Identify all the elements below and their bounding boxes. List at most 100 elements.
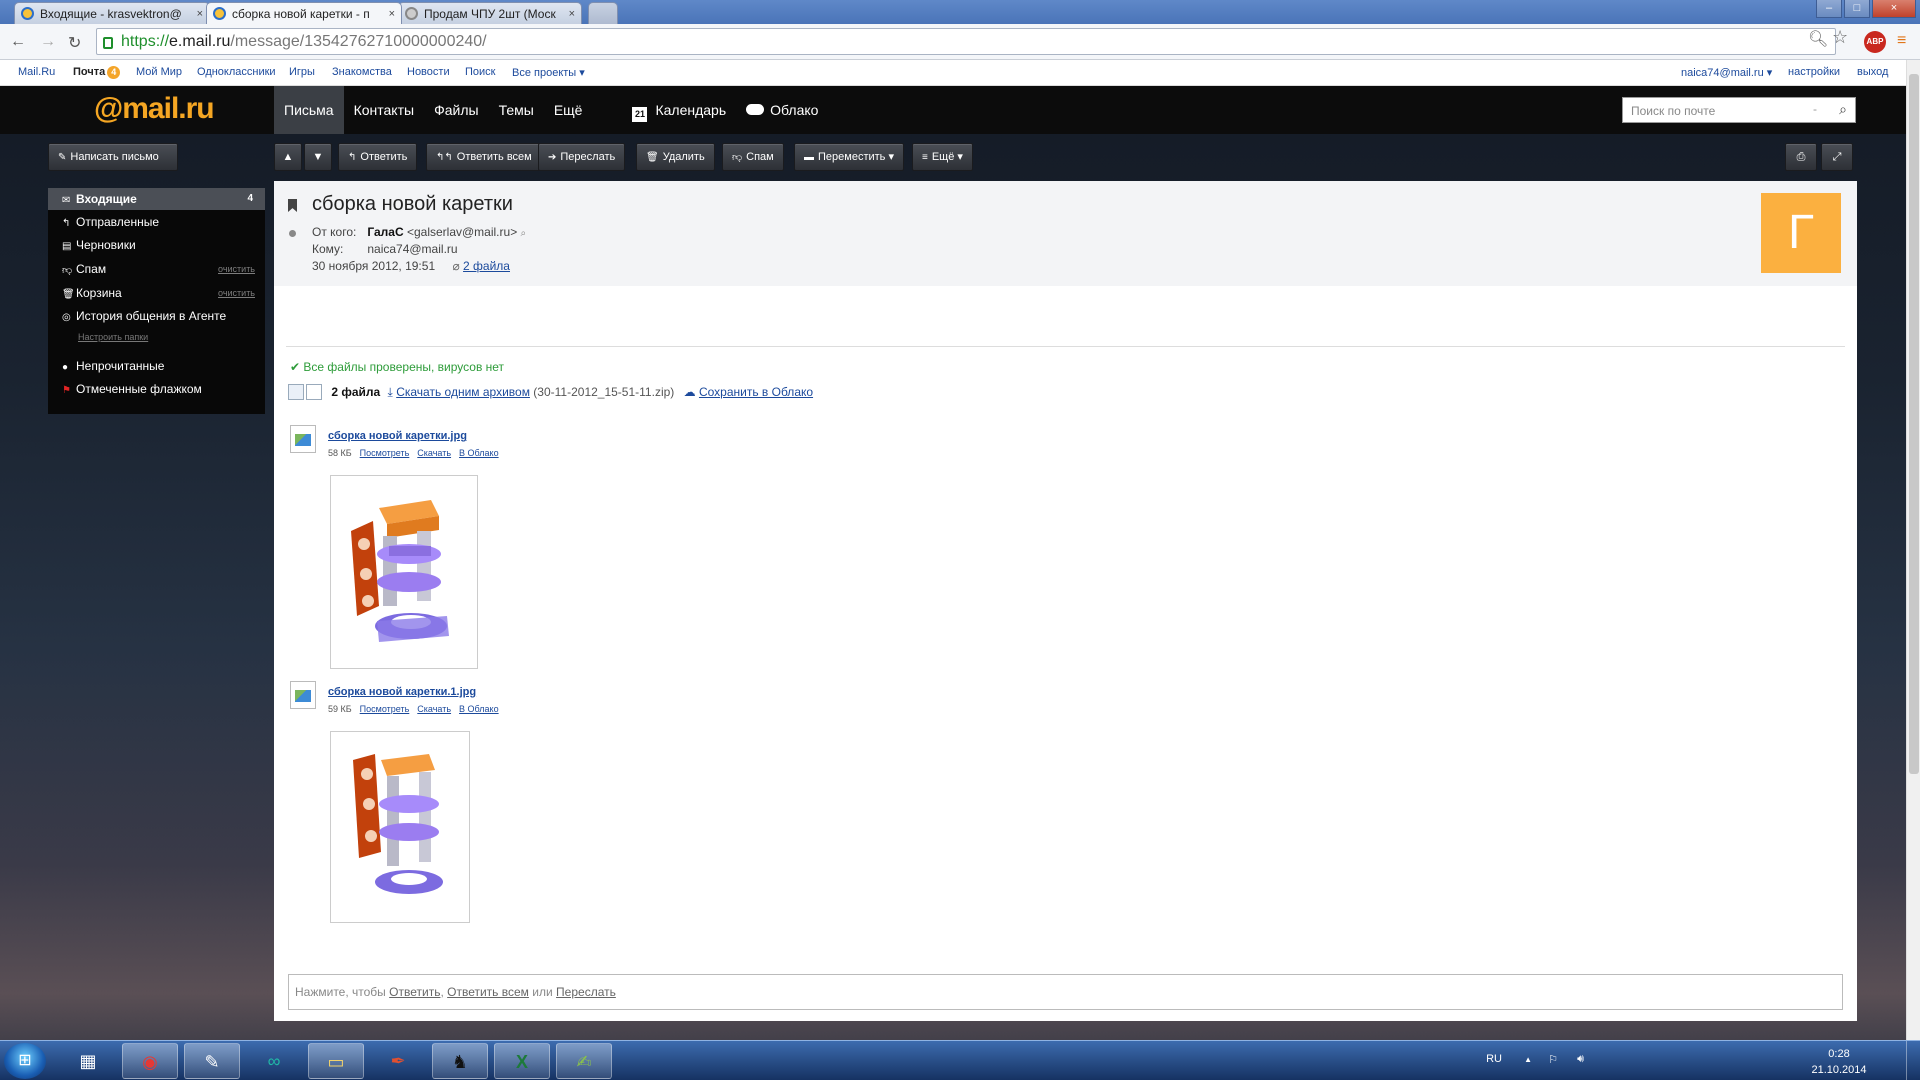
- chrome-icon[interactable]: ◉: [122, 1043, 178, 1079]
- save-to-cloud-link[interactable]: Сохранить в Облако: [699, 385, 813, 399]
- browser-menu-icon[interactable]: ≡: [1897, 32, 1906, 50]
- reply-button[interactable]: ↰ Ответить: [338, 143, 418, 171]
- portal-link-dating[interactable]: Знакомства: [332, 66, 392, 78]
- setup-folders-link[interactable]: Настроить папки: [78, 332, 148, 342]
- nav-cloud[interactable]: Облако: [736, 86, 828, 134]
- sidebar-item-drafts[interactable]: ▤ Черновики: [48, 234, 265, 256]
- portal-link-mail[interactable]: Почта 4: [73, 66, 121, 79]
- scrollbar-thumb[interactable]: [1909, 74, 1919, 774]
- close-icon[interactable]: ×: [389, 8, 395, 20]
- browser-tab-cnc[interactable]: Продам ЧПУ 2шт (Моск ×: [398, 2, 582, 24]
- view-attachment-link[interactable]: Посмотреть: [360, 704, 410, 714]
- sidebar-filter-unread[interactable]: ● Непрочитанные: [48, 355, 265, 377]
- search-sender-icon[interactable]: ⌕: [521, 228, 527, 239]
- adblock-icon[interactable]: ABP: [1864, 31, 1886, 53]
- reload-icon[interactable]: ↻: [68, 33, 81, 53]
- view-attachment-link[interactable]: Посмотреть: [360, 448, 410, 458]
- volume-icon[interactable]: 🔊︎: [1577, 1053, 1584, 1066]
- nav-themes[interactable]: Темы: [489, 86, 544, 134]
- attachment-thumbnail[interactable]: [330, 475, 478, 669]
- portal-link-mailru[interactable]: Mail.Ru: [18, 66, 55, 78]
- compose-button[interactable]: ✎ Написать письмо: [48, 143, 178, 171]
- excel-icon[interactable]: X: [494, 1043, 550, 1079]
- portal-link-search[interactable]: Поиск: [465, 66, 495, 78]
- mailru-logo[interactable]: @mail.ru: [94, 92, 215, 126]
- attachment-name[interactable]: сборка новой каретки.1.jpg: [328, 686, 476, 698]
- clear-spam-link[interactable]: очистить: [218, 258, 255, 280]
- nav-calendar[interactable]: 21 Календарь: [622, 86, 736, 134]
- browser-tab-message[interactable]: сборка новой каретки - п ×: [206, 2, 402, 24]
- nav-files[interactable]: Файлы: [424, 86, 488, 134]
- show-desktop-button[interactable]: [1906, 1041, 1920, 1080]
- expand-button[interactable]: ⤢: [1821, 143, 1853, 171]
- back-arrow-icon[interactable]: ←: [10, 33, 26, 51]
- address-bar[interactable]: https://e.mail.ru/message/13542762710000…: [96, 28, 1836, 55]
- new-tab-button[interactable]: [588, 2, 618, 24]
- nav-letters[interactable]: Письма: [274, 86, 344, 134]
- download-archive-link[interactable]: Скачать одним архивом: [396, 385, 530, 399]
- clear-trash-link[interactable]: очистить: [218, 282, 255, 304]
- logout-link[interactable]: выход: [1857, 66, 1888, 78]
- minimize-button[interactable]: –: [1816, 0, 1842, 18]
- prev-message-button[interactable]: ▲: [274, 143, 302, 171]
- save-attachment-cloud-link[interactable]: В Облако: [459, 704, 499, 714]
- quick-reply-link[interactable]: Ответить: [389, 985, 440, 999]
- clock[interactable]: 0:28 21.10.2014: [1794, 1046, 1884, 1078]
- reply-all-button[interactable]: ↰↰ Ответить всем: [426, 143, 542, 171]
- calculator-icon[interactable]: ▦: [60, 1043, 116, 1079]
- browser-tab-inbox[interactable]: Входящие - krasvektron@ ×: [14, 2, 210, 24]
- download-attachment-link[interactable]: Скачать: [417, 448, 451, 458]
- sidebar-item-spam[interactable]: 👎︎ Спам очистить: [48, 258, 265, 280]
- quick-reply-all-link[interactable]: Ответить всем: [447, 985, 529, 999]
- grid-view-icon[interactable]: [288, 384, 304, 400]
- sidebar-item-trash[interactable]: 🗑︎Корзина очистить: [48, 282, 265, 304]
- editor-icon[interactable]: ✍: [556, 1043, 612, 1079]
- inkscape-icon[interactable]: ♞: [432, 1043, 488, 1079]
- star-icon[interactable]: ☆: [1832, 27, 1848, 48]
- portal-link-all-projects[interactable]: Все проекты ▾: [512, 66, 585, 79]
- close-icon[interactable]: ×: [569, 8, 575, 20]
- mail-search-input[interactable]: Поиск по почте - ⌕: [1622, 97, 1856, 123]
- language-indicator[interactable]: RU: [1486, 1053, 1502, 1065]
- maximize-button[interactable]: □: [1844, 0, 1870, 18]
- sidebar-item-inbox[interactable]: ✉ Входящие 4: [48, 188, 265, 210]
- search-icon[interactable]: ⌕: [1839, 101, 1847, 118]
- recipient-email[interactable]: naica74@mail.ru: [367, 242, 457, 256]
- save-attachment-cloud-link[interactable]: В Облако: [459, 448, 499, 458]
- user-menu[interactable]: naica74@mail.ru ▾: [1681, 66, 1772, 79]
- sidebar-filter-flagged[interactable]: ⚑ Отмеченные флажком: [48, 378, 265, 400]
- read-status-icon[interactable]: [289, 230, 296, 237]
- notepad-icon[interactable]: ✎: [184, 1043, 240, 1079]
- arduino-icon[interactable]: ∞: [246, 1043, 302, 1079]
- forward-button[interactable]: ➔ Переслать: [538, 143, 626, 171]
- sender-name[interactable]: ГалаС: [367, 225, 403, 239]
- delete-button[interactable]: 🗑︎ Удалить: [636, 143, 715, 171]
- quick-reply-box[interactable]: Нажмите, чтобы Ответить, Ответить всем и…: [288, 974, 1843, 1010]
- start-button[interactable]: ⊞: [4, 1043, 46, 1079]
- settings-link[interactable]: настройки: [1788, 66, 1840, 78]
- close-icon[interactable]: ×: [197, 8, 203, 20]
- window-close-button[interactable]: ×: [1872, 0, 1916, 18]
- search-options-icon[interactable]: -: [1813, 102, 1817, 116]
- next-message-button[interactable]: ▼: [304, 143, 332, 171]
- more-actions-button[interactable]: ≡ Ещё ▾: [912, 143, 973, 171]
- tray-expand-icon[interactable]: ▲: [1524, 1055, 1532, 1064]
- move-button[interactable]: ▬ Переместить ▾: [794, 143, 904, 171]
- page-scrollbar[interactable]: [1906, 60, 1920, 1040]
- nav-contacts[interactable]: Контакты: [344, 86, 424, 134]
- nav-more[interactable]: Ещё: [544, 86, 593, 134]
- explorer-icon[interactable]: ▭: [308, 1043, 364, 1079]
- forward-arrow-icon[interactable]: →: [40, 33, 56, 51]
- zoom-icon[interactable]: 🔍︎: [1808, 29, 1828, 49]
- spam-button[interactable]: 👎︎ Спам: [722, 143, 784, 171]
- list-view-icon[interactable]: [306, 384, 322, 400]
- portal-link-mymir[interactable]: Мой Мир: [136, 66, 182, 78]
- attachments-link[interactable]: 2 файла: [463, 259, 510, 273]
- bookmark-icon[interactable]: [288, 199, 297, 212]
- print-button[interactable]: ⎙: [1785, 143, 1817, 171]
- sender-email[interactable]: <galserlav@mail.ru>: [407, 225, 517, 239]
- attachment-name[interactable]: сборка новой каретки.jpg: [328, 430, 467, 442]
- action-center-flag-icon[interactable]: ⚐: [1548, 1053, 1558, 1066]
- portal-link-ok[interactable]: Одноклассники: [197, 66, 276, 78]
- pen-icon[interactable]: ✒: [370, 1043, 426, 1079]
